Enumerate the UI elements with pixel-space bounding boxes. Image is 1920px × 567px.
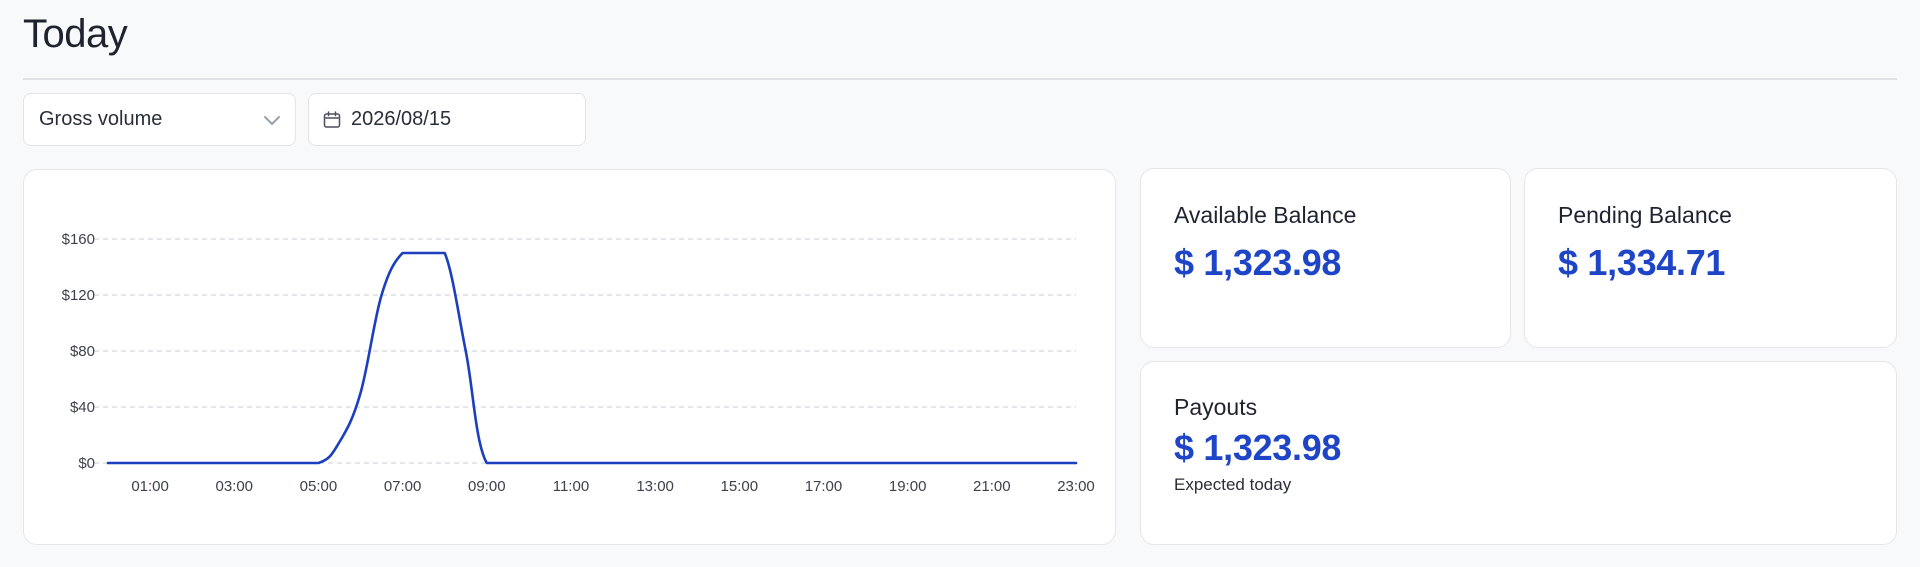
pending-balance-amount: $ 1,334.71 xyxy=(1558,242,1726,283)
y-tick-label: $80 xyxy=(70,343,95,360)
page-title: Today xyxy=(23,12,128,56)
y-tick-label: $0 xyxy=(78,455,95,472)
x-tick-label: 11:00 xyxy=(553,478,589,495)
x-tick-label: 15:00 xyxy=(721,478,759,495)
gross-volume-chart: $0 $40 $80 $120 $160 01:00 03:00 05:00 07:00 09:0… xyxy=(62,231,1095,495)
x-tick-label: 19:00 xyxy=(889,478,927,495)
y-tick-label: $120 xyxy=(62,287,95,304)
x-tick-label: 13:00 xyxy=(636,478,674,495)
metric-select[interactable]: Gross volume xyxy=(23,93,296,146)
available-balance-label: Available Balance xyxy=(1174,202,1357,228)
header-divider xyxy=(23,78,1897,80)
calendar-icon xyxy=(323,110,341,129)
x-tick-label: 17:00 xyxy=(805,478,843,495)
pending-balance-label: Pending Balance xyxy=(1558,202,1732,228)
payouts-amount: $ 1,323.98 xyxy=(1174,427,1342,468)
x-tick-label: 23:00 xyxy=(1057,478,1095,495)
date-value: 2026/08/15 xyxy=(351,108,452,130)
date-picker[interactable]: 2026/08/15 xyxy=(308,93,586,146)
x-tick-label: 03:00 xyxy=(215,478,253,495)
dashboard-page: Today Gross volume 2026/08/15 $0 $40 $80 $1… xyxy=(0,0,1920,567)
pending-balance-card: Pending Balance $ 1,334.71 xyxy=(1524,168,1897,348)
payouts-label: Payouts xyxy=(1174,394,1258,420)
payouts-note: Expected today xyxy=(1174,475,1292,494)
available-balance-amount: $ 1,323.98 xyxy=(1174,242,1342,283)
y-tick-label: $160 xyxy=(62,231,95,248)
metric-select-value: Gross volume xyxy=(39,108,163,130)
payouts-card: Payouts $ 1,323.98 Expected today xyxy=(1140,361,1897,545)
x-tick-label: 01:00 xyxy=(131,478,169,495)
gross-volume-series-line xyxy=(106,251,1078,465)
gross-volume-chart-card: $0 $40 $80 $120 $160 01:00 03:00 05:00 07:00 09:0… xyxy=(23,169,1116,545)
y-tick-label: $40 xyxy=(70,399,95,416)
x-tick-label: 05:00 xyxy=(300,478,338,495)
x-tick-label: 21:00 xyxy=(973,478,1011,495)
available-balance-card: Available Balance $ 1,323.98 xyxy=(1140,168,1511,348)
chevron-down-icon xyxy=(263,114,281,126)
x-tick-label: 07:00 xyxy=(384,478,422,495)
x-tick-label: 09:00 xyxy=(468,478,506,495)
